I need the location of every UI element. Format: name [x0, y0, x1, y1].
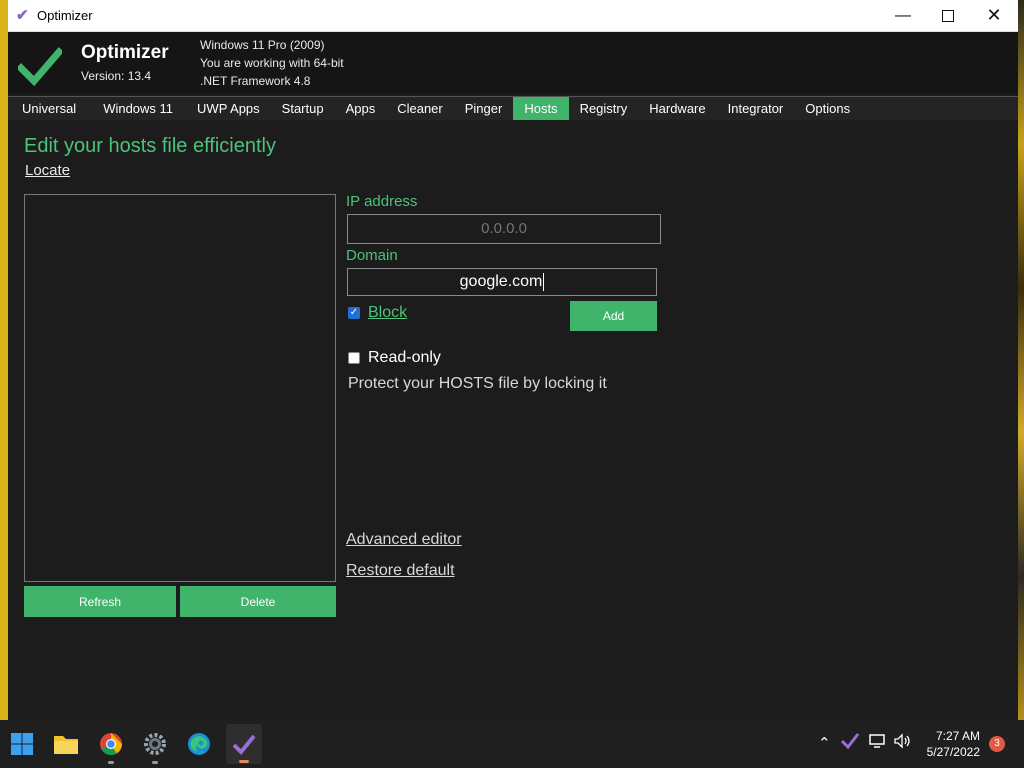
close-button[interactable]: ✕: [971, 0, 1017, 31]
chrome-icon: [100, 733, 122, 755]
tab-startup[interactable]: Startup: [271, 97, 335, 120]
chevron-up-icon[interactable]: ⌃: [818, 734, 831, 752]
optimizer-check-icon: [840, 733, 860, 750]
locate-link[interactable]: Locate: [25, 162, 70, 179]
tab-options[interactable]: Options: [794, 97, 861, 120]
gear-icon: [144, 733, 166, 755]
active-indicator: [239, 760, 249, 763]
taskbar: ⌃ 7:27 AM 5/27/2022 3: [0, 720, 1024, 768]
network-icon[interactable]: [869, 732, 887, 754]
volume-icon[interactable]: [893, 732, 911, 754]
ip-address-field[interactable]: [347, 214, 661, 244]
arch-info: You are working with 64-bit: [200, 56, 344, 70]
windows-logo-icon: [11, 733, 33, 755]
desktop-background-left: [0, 0, 8, 720]
refresh-button[interactable]: Refresh: [24, 586, 176, 617]
domain-field[interactable]: google.com: [347, 268, 657, 296]
tab-hosts[interactable]: Hosts: [513, 97, 569, 120]
protect-description: Protect your HOSTS file by locking it: [348, 375, 607, 392]
clock-date: 5/27/2022: [926, 745, 980, 759]
optimizer-tray-icon[interactable]: [840, 732, 860, 754]
framework-info: .NET Framework 4.8: [200, 74, 311, 88]
delete-button[interactable]: Delete: [180, 586, 336, 617]
tab-integrator[interactable]: Integrator: [717, 97, 795, 120]
tab-pinger[interactable]: Pinger: [454, 97, 514, 120]
maximize-icon: [942, 9, 954, 22]
domain-value: google.com: [459, 273, 543, 290]
domain-label: Domain: [346, 247, 398, 264]
logo-check-icon: [18, 47, 62, 87]
clock-time: 7:27 AM: [935, 729, 980, 743]
title-bar[interactable]: ✔ Optimizer — ✕: [8, 0, 1018, 32]
page-title: Edit your hosts file efficiently: [24, 135, 276, 157]
minimize-button[interactable]: —: [880, 0, 926, 31]
optimizer-check-icon: [232, 734, 256, 755]
window-title: Optimizer: [37, 8, 93, 23]
tab-apps[interactable]: Apps: [335, 97, 387, 120]
text-caret: [543, 272, 545, 291]
speaker-icon: [894, 733, 910, 749]
advanced-editor-link[interactable]: Advanced editor: [346, 531, 462, 549]
folder-icon: [54, 736, 78, 754]
tab-registry[interactable]: Registry: [569, 97, 639, 120]
optimizer-check-icon: ✔: [16, 6, 29, 24]
notification-badge[interactable]: 3: [989, 736, 1005, 752]
restore-default-link[interactable]: Restore default: [346, 562, 455, 580]
tab-bar: Universal Windows 11 UWP Apps Startup Ap…: [8, 96, 1018, 120]
tab-uwp-apps[interactable]: UWP Apps: [186, 97, 271, 120]
tab-windows-11[interactable]: Windows 11: [90, 97, 186, 120]
running-indicator: [152, 761, 158, 764]
monitor-network-icon: [869, 734, 885, 748]
tab-universal[interactable]: Universal: [8, 97, 90, 120]
tab-cleaner[interactable]: Cleaner: [386, 97, 454, 120]
read-only-checkbox[interactable]: [348, 352, 360, 364]
file-explorer-button[interactable]: [50, 728, 82, 760]
tab-hardware[interactable]: Hardware: [638, 97, 716, 120]
app-name: Optimizer: [81, 42, 169, 63]
block-checkbox[interactable]: ✓: [348, 307, 360, 319]
read-only-label[interactable]: Read-only: [368, 349, 441, 367]
add-button[interactable]: Add: [570, 301, 657, 331]
settings-button[interactable]: [139, 728, 171, 764]
hosts-entries-list[interactable]: [24, 194, 336, 582]
taskbar-clock[interactable]: 7:27 AM 5/27/2022: [927, 728, 980, 760]
edge-button[interactable]: [183, 728, 215, 760]
hosts-panel: Edit your hosts file efficiently Locate …: [8, 120, 1018, 720]
maximize-button[interactable]: [925, 0, 971, 31]
running-indicator: [108, 761, 114, 764]
app-header: Optimizer Version: 13.4 Windows 11 Pro (…: [8, 32, 1018, 94]
os-info: Windows 11 Pro (2009): [200, 38, 325, 52]
ip-address-label: IP address: [346, 193, 418, 210]
edge-icon: [188, 733, 210, 755]
block-label[interactable]: Block: [368, 304, 407, 322]
app-version: Version: 13.4: [81, 69, 152, 83]
optimizer-taskbar-button[interactable]: [226, 724, 262, 764]
start-button[interactable]: [6, 728, 38, 760]
optimizer-window: ✔ Optimizer — ✕ Optimizer Version: 13.4 …: [8, 0, 1018, 720]
chrome-button[interactable]: [95, 728, 127, 764]
